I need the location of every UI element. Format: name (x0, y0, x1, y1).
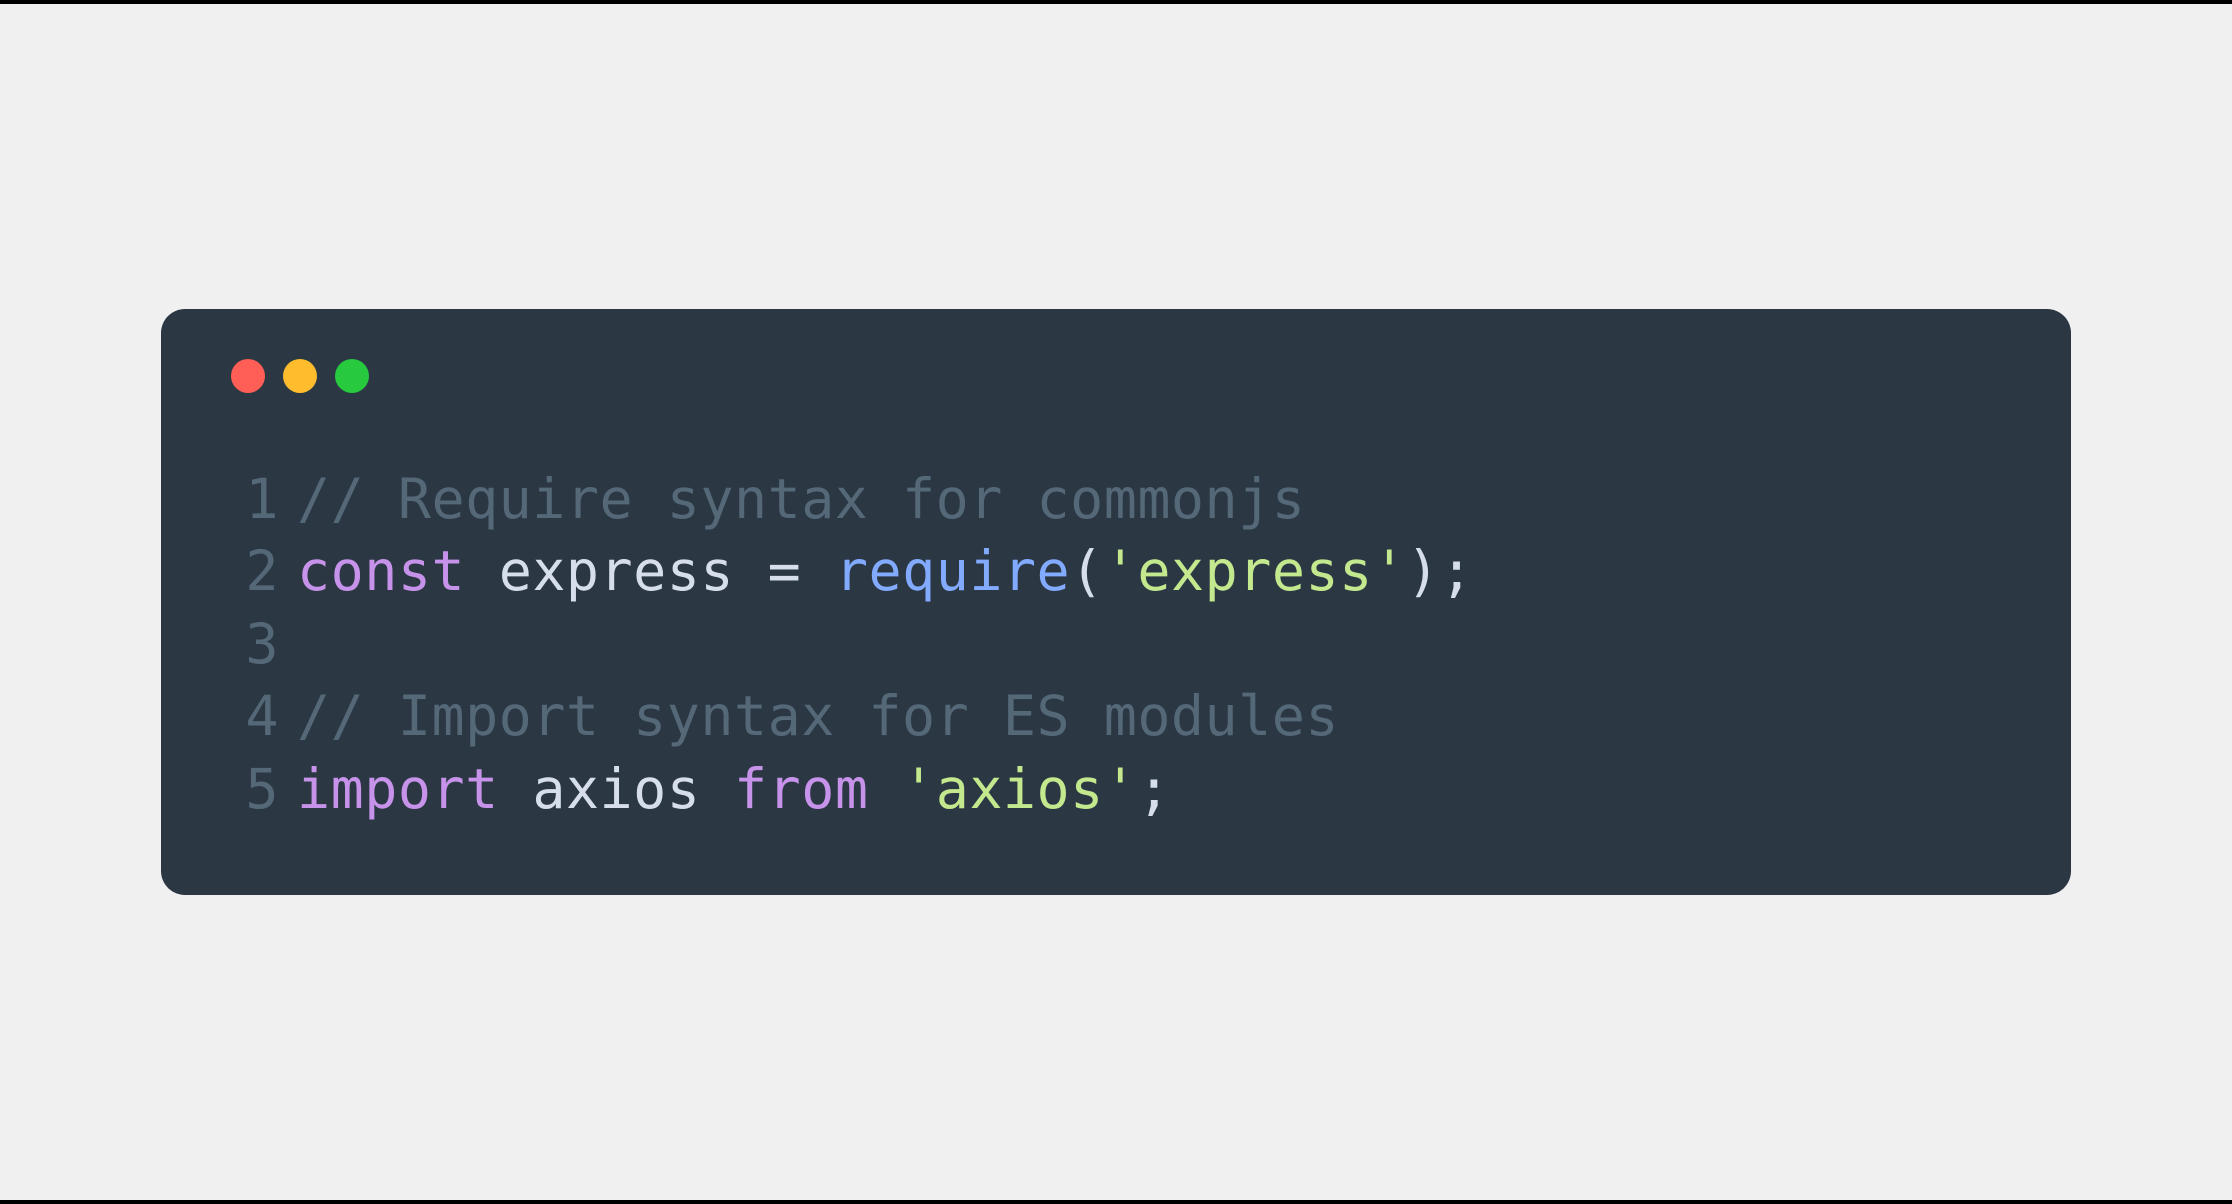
line-number: 1 (221, 463, 279, 536)
code-line: 5import axios from 'axios'; (221, 753, 2011, 826)
code-line: 3 (221, 608, 2011, 681)
token-keyword: from (734, 757, 868, 821)
code-window: 1// Require syntax for commonjs2const ex… (161, 309, 2071, 896)
minimize-icon[interactable] (283, 359, 317, 393)
line-code: // Require syntax for commonjs (297, 463, 1305, 536)
code-line: 1 // Require syntax for commonjs (221, 463, 2011, 536)
code-line: 2const express = require('express'); (221, 535, 2011, 608)
close-icon[interactable] (231, 359, 265, 393)
token-comment: // Import syntax for ES modules (297, 684, 1339, 748)
code-line: 4 // Import syntax for ES modules (221, 680, 2011, 753)
token-keyword: const (297, 539, 465, 603)
line-code: import axios from 'axios'; (297, 753, 1171, 826)
token-punctuation: ( (1070, 539, 1104, 603)
token-variable: express (499, 539, 734, 603)
token-punctuation: ; (1137, 757, 1171, 821)
line-code: // Import syntax for ES modules (297, 680, 1339, 753)
traffic-lights (231, 359, 2011, 393)
token-punctuation: ) (1406, 539, 1440, 603)
maximize-icon[interactable] (335, 359, 369, 393)
line-number: 5 (221, 753, 279, 826)
token-operator: = (768, 539, 802, 603)
line-number: 4 (221, 680, 279, 753)
line-number: 2 (221, 535, 279, 608)
token-string: 'express' (1104, 539, 1407, 603)
code-content: 1// Require syntax for commonjs2const ex… (221, 463, 2011, 826)
token-comment: // Require syntax for commonjs (297, 467, 1305, 531)
token-function: require (835, 539, 1070, 603)
token-string: 'axios' (902, 757, 1137, 821)
token-punctuation: ; (1440, 539, 1474, 603)
token-keyword: import (297, 757, 499, 821)
line-code: const express = require('express'); (297, 535, 1474, 608)
token-variable: axios (532, 757, 700, 821)
line-number: 3 (221, 608, 279, 681)
